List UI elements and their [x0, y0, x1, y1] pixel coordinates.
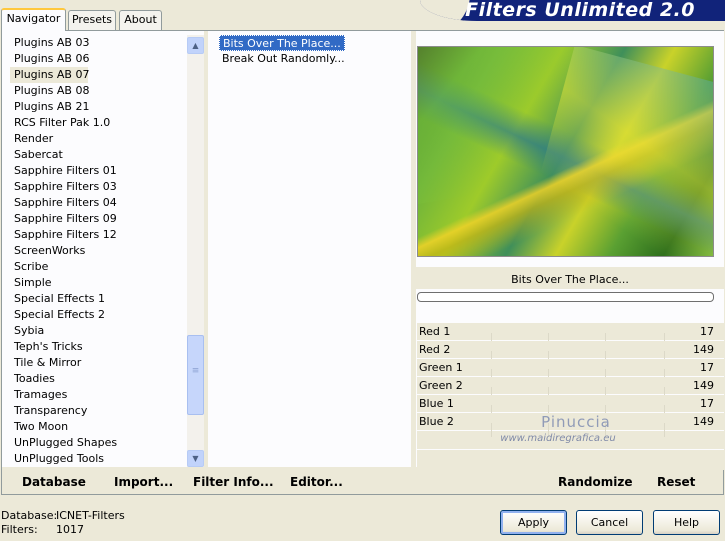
param-value: 17 — [700, 361, 714, 374]
import-button[interactable]: Import... — [114, 471, 173, 493]
category-item[interactable]: Two Moon — [10, 419, 190, 435]
category-item[interactable]: Teph's Tricks — [10, 339, 190, 355]
tab-presets[interactable]: Presets — [68, 10, 116, 30]
param-slider[interactable]: Blue 2 149 — [417, 413, 724, 437]
tab-navigator[interactable]: Navigator — [1, 8, 66, 31]
category-item[interactable]: Render — [10, 131, 190, 147]
database-info: Database:ICNET-Filters Filters: 1017 — [1, 509, 125, 537]
param-label: Red 1 — [419, 325, 451, 338]
preview-image — [417, 46, 714, 257]
filter-list[interactable]: Bits Over The Place... Break Out Randomly… — [219, 35, 407, 67]
category-item[interactable]: Plugins AB 03 — [10, 35, 190, 51]
filter-info-button[interactable]: Filter Info... — [193, 471, 274, 493]
slider-tick — [605, 423, 607, 437]
toolbar-right: Randomize Reset — [416, 471, 716, 493]
param-slider[interactable]: Blue 1 17 — [417, 395, 724, 419]
apply-button[interactable]: Apply — [500, 510, 567, 535]
param-label: Blue 2 — [419, 415, 454, 428]
param-label: Blue 1 — [419, 397, 454, 410]
chevron-up-icon[interactable]: ▲ — [187, 37, 204, 54]
category-item[interactable]: Sabercat — [10, 147, 190, 163]
category-item[interactable]: UnPlugged Tools — [10, 451, 190, 467]
param-value: 17 — [700, 397, 714, 410]
category-item[interactable]: Simple — [10, 275, 190, 291]
filter-row: Bits Over The Place... — [219, 35, 407, 51]
category-item[interactable]: Transparency — [10, 403, 190, 419]
param-label: Red 2 — [419, 343, 451, 356]
category-item[interactable]: UnPlugged Shapes — [10, 435, 190, 451]
filters-unlimited-window: Navigator Presets About Filters Unlimite… — [0, 0, 725, 541]
category-item[interactable]: Special Effects 2 — [10, 307, 190, 323]
param-label: Green 2 — [419, 379, 463, 392]
slider-track — [491, 403, 665, 419]
category-item[interactable]: Scribe — [10, 259, 190, 275]
tab-about[interactable]: About — [119, 10, 162, 30]
filters-label: Filters: — [1, 523, 38, 536]
slider-tick — [664, 423, 665, 437]
slider-track — [491, 367, 665, 383]
category-item[interactable]: Sapphire Filters 03 — [10, 179, 190, 195]
preview-caption: Bits Over The Place... — [416, 267, 724, 289]
chevron-down-icon[interactable]: ▼ — [187, 450, 204, 467]
param-slider[interactable]: Red 1 17 — [417, 323, 724, 347]
category-item[interactable]: Sybia — [10, 323, 190, 339]
randomize-button[interactable]: Randomize — [558, 471, 632, 493]
param-label: Green 1 — [419, 361, 463, 374]
category-item[interactable]: Plugins AB 06 — [10, 51, 190, 67]
database-value: ICNET-Filters — [56, 509, 125, 522]
category-item[interactable]: Sapphire Filters 12 — [10, 227, 190, 243]
param-value: 149 — [693, 343, 714, 356]
slider-track — [491, 331, 665, 347]
param-empty-row — [417, 431, 724, 450]
database-button[interactable]: Database — [22, 471, 86, 493]
preview-area: Bits Over The Place... Red 1 17 Red 2 149 Gr… — [416, 31, 724, 470]
param-value: 17 — [700, 325, 714, 338]
param-value: 149 — [693, 379, 714, 392]
category-item[interactable]: Plugins AB 21 — [10, 99, 190, 115]
slider-tick — [491, 423, 492, 437]
database-label: Database: — [1, 509, 58, 522]
help-button[interactable]: Help — [653, 510, 720, 535]
category-item[interactable]: Tile & Mirror — [10, 355, 190, 371]
list-divider — [204, 31, 208, 467]
parameter-list: Red 1 17 Red 2 149 Green 1 17 Green 2 149 Blue 1… — [417, 323, 724, 470]
editor-button[interactable]: Editor... — [290, 471, 343, 493]
category-item[interactable]: Special Effects 1 — [10, 291, 190, 307]
category-item[interactable]: Tramages — [10, 387, 190, 403]
panel-toolbar: Database Import... Filter Info... Editor… — [2, 467, 723, 494]
category-item[interactable]: Plugins AB 08 — [10, 83, 190, 99]
slider-track — [491, 349, 665, 365]
filter-item[interactable]: Bits Over The Place... — [219, 35, 345, 51]
category-item[interactable]: ScreenWorks — [10, 243, 190, 259]
param-slider[interactable]: Green 2 149 — [417, 377, 724, 401]
category-item[interactable]: Sapphire Filters 04 — [10, 195, 190, 211]
category-scrollbar[interactable]: ▲ ▼ — [187, 35, 204, 467]
category-item[interactable]: Sapphire Filters 09 — [10, 211, 190, 227]
slider-track — [491, 421, 665, 437]
category-item[interactable]: RCS Filter Pak 1.0 — [10, 115, 190, 131]
category-item[interactable]: Plugins AB 07 — [10, 67, 89, 83]
category-list[interactable]: Plugins AB 03 Plugins AB 06 Plugins AB 07 P… — [10, 35, 190, 467]
slider-tick — [548, 423, 550, 437]
reset-button[interactable]: Reset — [657, 471, 695, 493]
param-slider[interactable]: Red 2 149 — [417, 341, 724, 365]
filter-item[interactable]: Break Out Randomly... — [219, 51, 348, 67]
app-title: Filters Unlimited 2.0 — [465, 0, 695, 21]
filter-row: Break Out Randomly... — [219, 51, 407, 67]
progress-bar — [417, 292, 714, 302]
scrollbar-thumb[interactable] — [187, 335, 204, 415]
toolbar-left: Database Import... Filter Info... Editor… — [10, 471, 411, 493]
navigator-panel: Plugins AB 03 Plugins AB 06 Plugins AB 07 P… — [1, 30, 724, 495]
slider-track — [491, 385, 665, 401]
category-item[interactable]: Sapphire Filters 01 — [10, 163, 190, 179]
param-value: 149 — [693, 415, 714, 428]
param-slider[interactable]: Green 1 17 — [417, 359, 724, 383]
category-item[interactable]: Toadies — [10, 371, 190, 387]
cancel-button[interactable]: Cancel — [576, 510, 643, 535]
filters-count: 1017 — [56, 523, 84, 536]
title-banner: Filters Unlimited 2.0 — [420, 0, 725, 21]
